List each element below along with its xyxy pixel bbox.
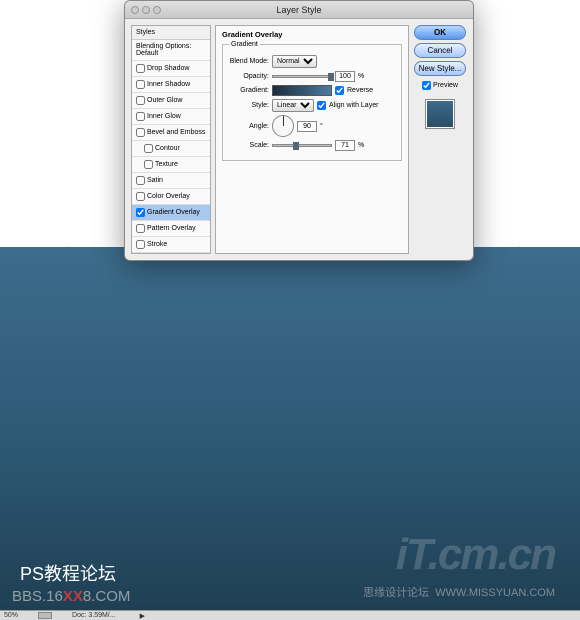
style-item-gradient-overlay[interactable]: Gradient Overlay bbox=[132, 205, 210, 221]
style-label: Stroke bbox=[147, 241, 167, 248]
style-label: Pattern Overlay bbox=[147, 225, 196, 232]
styles-list: Styles Blending Options: Default Drop Sh… bbox=[131, 25, 211, 254]
style-label: Inner Shadow bbox=[147, 81, 190, 88]
new-style-button[interactable]: New Style... bbox=[414, 61, 466, 76]
style-label: Texture bbox=[155, 161, 178, 168]
blend-mode-label: Blend Mode: bbox=[229, 58, 269, 65]
style-item-inner-shadow[interactable]: Inner Shadow bbox=[132, 77, 210, 93]
style-checkbox[interactable] bbox=[144, 160, 153, 169]
style-label: Style: bbox=[229, 102, 269, 109]
gradient-label: Gradient: bbox=[229, 87, 269, 94]
titlebar[interactable]: Layer Style bbox=[125, 1, 473, 19]
watermark-sub: 思缘设计论坛 WWW.MISSYUAN.COM bbox=[363, 584, 555, 600]
doc-size: Doc: 3.59M/... bbox=[72, 612, 116, 619]
dialog-buttons: OK Cancel New Style... Preview bbox=[413, 25, 467, 254]
style-checkbox[interactable] bbox=[136, 64, 145, 73]
gradient-picker[interactable] bbox=[272, 85, 332, 96]
style-checkbox[interactable] bbox=[136, 80, 145, 89]
style-checkbox[interactable] bbox=[136, 128, 145, 137]
opacity-input[interactable] bbox=[335, 71, 355, 82]
align-label: Align with Layer bbox=[329, 102, 378, 109]
opacity-label: Opacity: bbox=[229, 73, 269, 80]
gradient-legend: Gradient bbox=[229, 41, 260, 48]
style-item-texture[interactable]: Texture bbox=[132, 157, 210, 173]
scroll-handle[interactable] bbox=[38, 612, 52, 619]
dialog-title: Layer Style bbox=[276, 5, 321, 15]
watermark-left-cn: PS教程论坛 bbox=[20, 560, 116, 586]
angle-input[interactable] bbox=[297, 121, 317, 132]
style-checkbox[interactable] bbox=[136, 176, 145, 185]
styles-header[interactable]: Styles bbox=[132, 26, 210, 40]
scale-input[interactable] bbox=[335, 140, 355, 151]
status-bar: 50% Doc: 3.59M/... ▶ bbox=[0, 610, 580, 620]
style-checkbox[interactable] bbox=[136, 208, 145, 217]
style-item-satin[interactable]: Satin bbox=[132, 173, 210, 189]
angle-dial[interactable] bbox=[272, 115, 294, 137]
preview-checkbox[interactable] bbox=[422, 81, 431, 90]
style-checkbox[interactable] bbox=[136, 96, 145, 105]
reverse-checkbox[interactable] bbox=[335, 86, 344, 95]
blending-options[interactable]: Blending Options: Default bbox=[132, 40, 210, 61]
style-item-color-overlay[interactable]: Color Overlay bbox=[132, 189, 210, 205]
zoom-level: 50% bbox=[4, 612, 18, 619]
scale-label: Scale: bbox=[229, 142, 269, 149]
style-label: Drop Shadow bbox=[147, 65, 189, 72]
style-label: Satin bbox=[147, 177, 163, 184]
style-label: Inner Glow bbox=[147, 113, 181, 120]
watermark-left-bbs: BBS.16XX8.COM bbox=[12, 588, 130, 605]
layer-style-dialog: Layer Style Styles Blending Options: Def… bbox=[124, 0, 474, 261]
style-checkbox[interactable] bbox=[136, 224, 145, 233]
style-item-bevel-and-emboss[interactable]: Bevel and Emboss bbox=[132, 125, 210, 141]
style-select[interactable]: Linear bbox=[272, 99, 314, 112]
opacity-slider[interactable] bbox=[272, 75, 332, 78]
preview-swatch bbox=[425, 99, 455, 129]
style-checkbox[interactable] bbox=[144, 144, 153, 153]
watermark-logo: iT.cm.cn bbox=[396, 530, 555, 580]
style-label: Color Overlay bbox=[147, 193, 190, 200]
ok-button[interactable]: OK bbox=[414, 25, 466, 40]
style-item-pattern-overlay[interactable]: Pattern Overlay bbox=[132, 221, 210, 237]
style-checkbox[interactable] bbox=[136, 112, 145, 121]
style-item-stroke[interactable]: Stroke bbox=[132, 237, 210, 253]
style-label: Outer Glow bbox=[147, 97, 182, 104]
style-label: Gradient Overlay bbox=[147, 209, 200, 216]
style-label: Contour bbox=[155, 145, 180, 152]
settings-title: Gradient Overlay bbox=[222, 30, 402, 39]
preview-label: Preview bbox=[433, 82, 458, 89]
style-label: Bevel and Emboss bbox=[147, 129, 205, 136]
reverse-label: Reverse bbox=[347, 87, 373, 94]
traffic-lights[interactable] bbox=[131, 6, 161, 14]
style-item-contour[interactable]: Contour bbox=[132, 141, 210, 157]
gradient-overlay-settings: Gradient Overlay Gradient Blend Mode: No… bbox=[215, 25, 409, 254]
style-item-outer-glow[interactable]: Outer Glow bbox=[132, 93, 210, 109]
align-checkbox[interactable] bbox=[317, 101, 326, 110]
style-item-drop-shadow[interactable]: Drop Shadow bbox=[132, 61, 210, 77]
blend-mode-select[interactable]: Normal bbox=[272, 55, 317, 68]
style-checkbox[interactable] bbox=[136, 240, 145, 249]
scale-slider[interactable] bbox=[272, 144, 332, 147]
angle-label: Angle: bbox=[229, 123, 269, 130]
style-checkbox[interactable] bbox=[136, 192, 145, 201]
style-item-inner-glow[interactable]: Inner Glow bbox=[132, 109, 210, 125]
cancel-button[interactable]: Cancel bbox=[414, 43, 466, 58]
